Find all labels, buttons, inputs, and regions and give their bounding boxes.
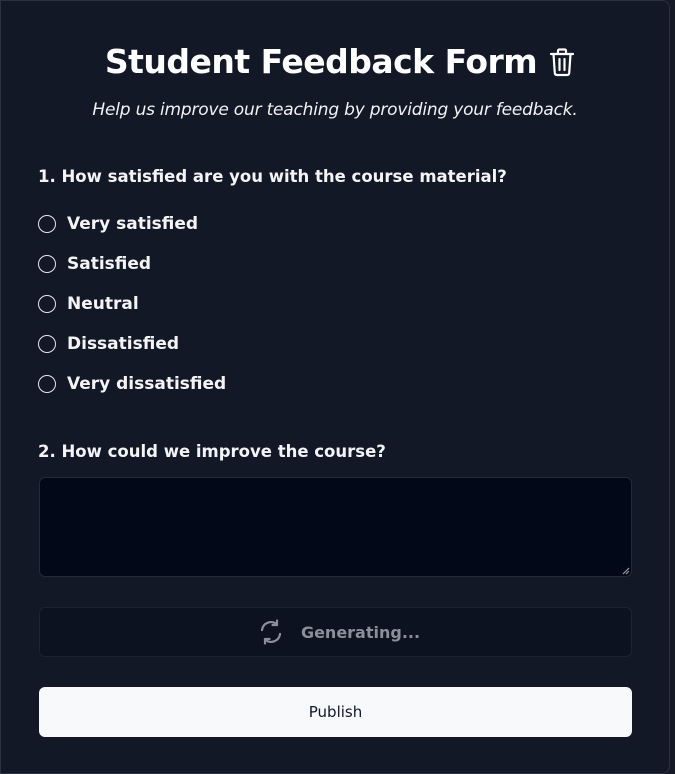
improvement-textarea[interactable] [39, 477, 632, 577]
option-satisfied[interactable]: Satisfied [38, 244, 226, 284]
radio-button[interactable] [38, 215, 56, 233]
feedback-form-card: Student Feedback Form Help us improve ou… [0, 0, 670, 774]
option-label: Dissatisfied [67, 334, 180, 354]
question-1-options: Very satisfied Satisfied Neutral Dissati… [38, 204, 226, 404]
question-1-label: 1. How satisfied are you with the course… [38, 167, 507, 186]
option-dissatisfied[interactable]: Dissatisfied [38, 324, 226, 364]
question-2-label: 2. How could we improve the course? [38, 442, 386, 461]
option-very-dissatisfied[interactable]: Very dissatisfied [38, 364, 226, 404]
publish-button[interactable]: Publish [39, 687, 632, 737]
option-label: Neutral [67, 294, 139, 314]
radio-button[interactable] [38, 255, 56, 273]
generating-label: Generating... [300, 622, 421, 642]
form-subtitle: Help us improve our teaching by providin… [92, 100, 578, 120]
refresh-icon [257, 618, 285, 646]
radio-button[interactable] [38, 335, 56, 353]
title-row: Student Feedback Form [1, 39, 669, 83]
option-label: Satisfied [67, 254, 152, 274]
radio-button[interactable] [38, 295, 56, 313]
radio-button[interactable] [38, 375, 56, 393]
option-label: Very satisfied [67, 214, 199, 234]
trash-icon[interactable] [549, 47, 575, 77]
generating-button[interactable]: Generating... [39, 607, 632, 657]
option-label: Very dissatisfied [67, 374, 227, 394]
form-title: Student Feedback Form [104, 41, 538, 81]
option-very-satisfied[interactable]: Very satisfied [38, 204, 226, 244]
option-neutral[interactable]: Neutral [38, 284, 226, 324]
resize-grip-icon[interactable] [620, 565, 630, 575]
